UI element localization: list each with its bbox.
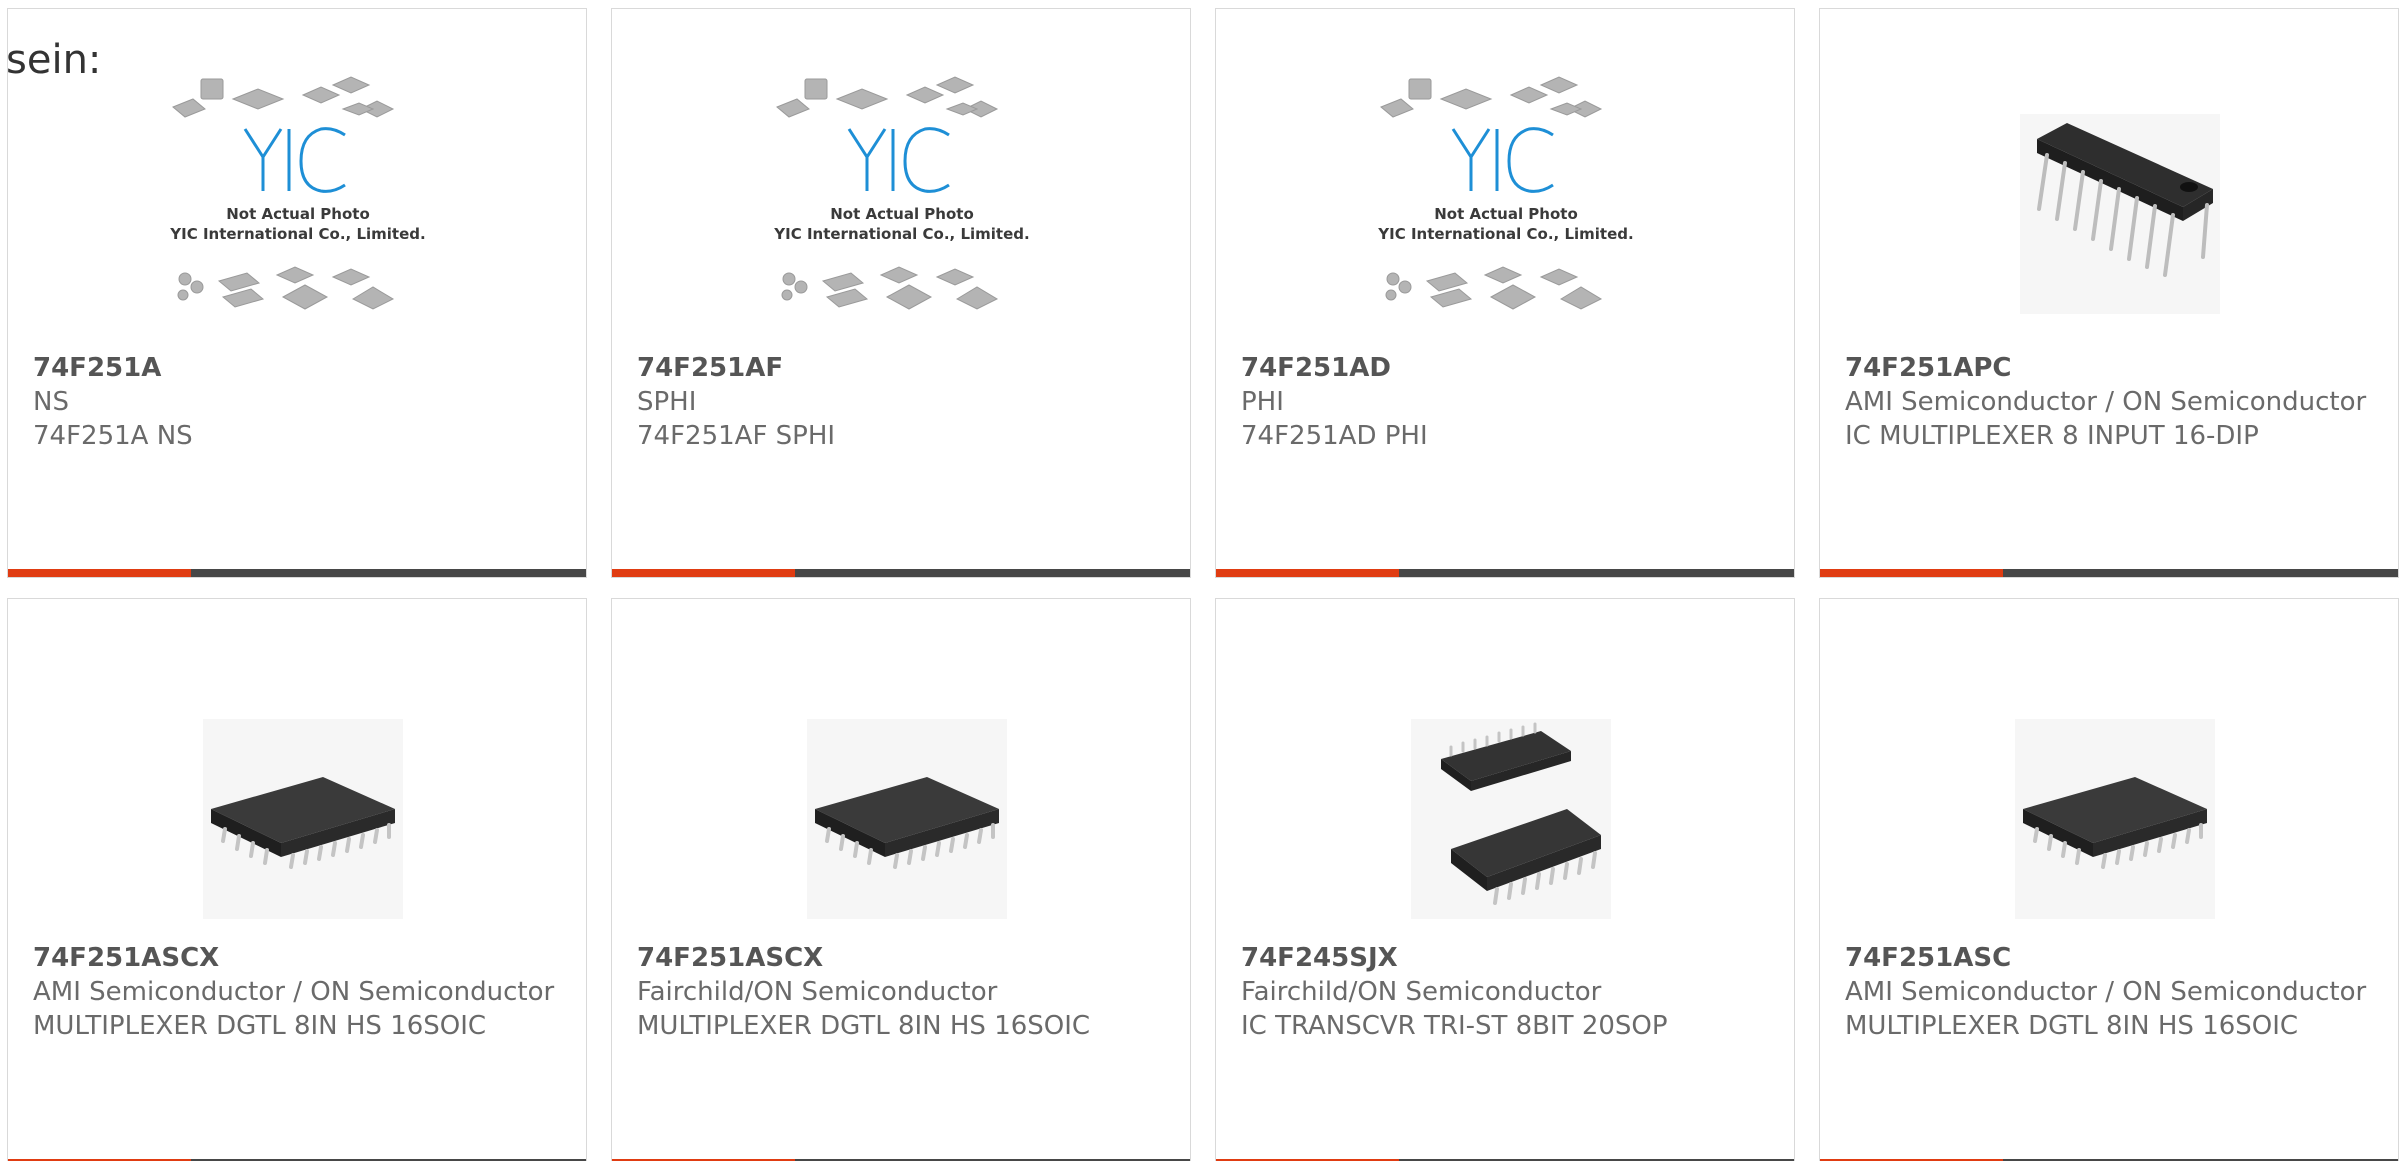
product-card[interactable]: 74F251ASC AMI Semiconductor / ON Semicon… bbox=[1819, 598, 2399, 1161]
product-description: IC TRANSCVR TRI-ST 8BIT 20SOP bbox=[1241, 1011, 1668, 1041]
product-info: 74F251ASCX Fairchild/ON Semiconductor MU… bbox=[637, 941, 1170, 1043]
manufacturer: SPHI bbox=[637, 387, 697, 417]
product-description: MULTIPLEXER DGTL 8IN HS 16SOIC bbox=[1845, 1011, 2299, 1041]
manufacturer: PHI bbox=[1241, 387, 1284, 417]
product-image[interactable] bbox=[767, 659, 1037, 929]
svg-text:Not Actual Photo: Not Actual Photo bbox=[226, 205, 370, 223]
manufacturer: Fairchild/ON Semiconductor bbox=[637, 977, 998, 1007]
product-image[interactable]: Not Actual Photo YIC International Co., … bbox=[163, 69, 433, 339]
dip-chip-icon bbox=[2020, 114, 2220, 314]
svg-text:Not Actual Photo: Not Actual Photo bbox=[1434, 205, 1578, 223]
product-info: 74F251AD PHI 74F251AD PHI bbox=[1241, 351, 1774, 453]
product-description: 74F251AD PHI bbox=[1241, 421, 1428, 451]
manufacturer: AMI Semiconductor / ON Semiconductor bbox=[1845, 977, 2367, 1007]
part-number[interactable]: 74F251AD bbox=[1241, 351, 1774, 385]
not-actual-photo-placeholder-icon: Not Actual Photo YIC International Co., … bbox=[1377, 76, 1634, 310]
product-card[interactable]: Not Actual Photo YIC International Co., … bbox=[611, 8, 1191, 578]
product-image[interactable] bbox=[1975, 69, 2245, 339]
svg-text:Not Actual Photo: Not Actual Photo bbox=[830, 205, 974, 223]
manufacturer: NS bbox=[33, 387, 69, 417]
card-accent-bar bbox=[1820, 569, 2003, 577]
part-number[interactable]: 74F251AF bbox=[637, 351, 1170, 385]
sop-chip-pair-icon bbox=[1411, 719, 1611, 919]
product-description: MULTIPLEXER DGTL 8IN HS 16SOIC bbox=[33, 1011, 487, 1041]
card-bottom-bar bbox=[612, 569, 1190, 577]
product-description: MULTIPLEXER DGTL 8IN HS 16SOIC bbox=[637, 1011, 1091, 1041]
product-info: 74F251ASCX AMI Semiconductor / ON Semico… bbox=[33, 941, 566, 1043]
product-image[interactable]: Not Actual Photo YIC International Co., … bbox=[767, 69, 1037, 339]
product-image[interactable] bbox=[1975, 659, 2245, 929]
product-card[interactable]: Not Actual Photo YIC International Co., … bbox=[7, 8, 587, 578]
intro-text: sein: bbox=[6, 37, 102, 83]
soic-chip-icon bbox=[2015, 719, 2215, 919]
part-number[interactable]: 74F251ASCX bbox=[33, 941, 566, 975]
product-image[interactable]: Not Actual Photo YIC International Co., … bbox=[1371, 69, 1641, 339]
part-number[interactable]: 74F251A bbox=[33, 351, 566, 385]
manufacturer: Fairchild/ON Semiconductor bbox=[1241, 977, 1602, 1007]
card-bottom-bar bbox=[1216, 569, 1794, 577]
svg-text:YIC International Co., Limited: YIC International Co., Limited. bbox=[1377, 225, 1633, 243]
part-number[interactable]: 74F251APC bbox=[1845, 351, 2378, 385]
manufacturer: AMI Semiconductor / ON Semiconductor bbox=[1845, 387, 2367, 417]
soic-chip-icon bbox=[807, 719, 1007, 919]
product-card[interactable]: Not Actual Photo YIC International Co., … bbox=[1215, 8, 1795, 578]
part-number[interactable]: 74F251ASCX bbox=[637, 941, 1170, 975]
product-card[interactable]: 74F251ASCX AMI Semiconductor / ON Semico… bbox=[7, 598, 587, 1161]
card-accent-bar bbox=[1216, 569, 1399, 577]
card-accent-bar bbox=[8, 569, 191, 577]
product-info: 74F251APC AMI Semiconductor / ON Semicon… bbox=[1845, 351, 2378, 453]
svg-text:YIC International Co., Limited: YIC International Co., Limited. bbox=[169, 225, 425, 243]
card-accent-bar bbox=[612, 569, 795, 577]
card-bottom-bar bbox=[8, 569, 586, 577]
product-card[interactable]: 74F245SJX Fairchild/ON Semiconductor IC … bbox=[1215, 598, 1795, 1161]
part-number[interactable]: 74F245SJX bbox=[1241, 941, 1774, 975]
product-card[interactable]: 74F251ASCX Fairchild/ON Semiconductor MU… bbox=[611, 598, 1191, 1161]
manufacturer: AMI Semiconductor / ON Semiconductor bbox=[33, 977, 555, 1007]
product-image[interactable] bbox=[163, 659, 433, 929]
product-description: IC MULTIPLEXER 8 INPUT 16-DIP bbox=[1845, 421, 2259, 451]
part-number[interactable]: 74F251ASC bbox=[1845, 941, 2378, 975]
product-info: 74F251AF SPHI 74F251AF SPHI bbox=[637, 351, 1170, 453]
product-description: 74F251A NS bbox=[33, 421, 193, 451]
product-grid-page: sein: Not Actual Photo YIC International… bbox=[0, 0, 2400, 1161]
card-bottom-bar bbox=[1820, 569, 2398, 577]
product-description: 74F251AF SPHI bbox=[637, 421, 836, 451]
product-info: 74F251A NS 74F251A NS bbox=[33, 351, 566, 453]
product-card[interactable]: 74F251APC AMI Semiconductor / ON Semicon… bbox=[1819, 8, 2399, 578]
product-info: 74F251ASC AMI Semiconductor / ON Semicon… bbox=[1845, 941, 2378, 1043]
soic-chip-icon bbox=[203, 719, 403, 919]
product-image[interactable] bbox=[1371, 659, 1641, 929]
not-actual-photo-placeholder-icon: Not Actual Photo YIC International Co., … bbox=[169, 76, 426, 310]
product-info: 74F245SJX Fairchild/ON Semiconductor IC … bbox=[1241, 941, 1774, 1043]
not-actual-photo-placeholder-icon: Not Actual Photo YIC International Co., … bbox=[773, 76, 1030, 310]
svg-text:YIC International Co., Limited: YIC International Co., Limited. bbox=[773, 225, 1029, 243]
